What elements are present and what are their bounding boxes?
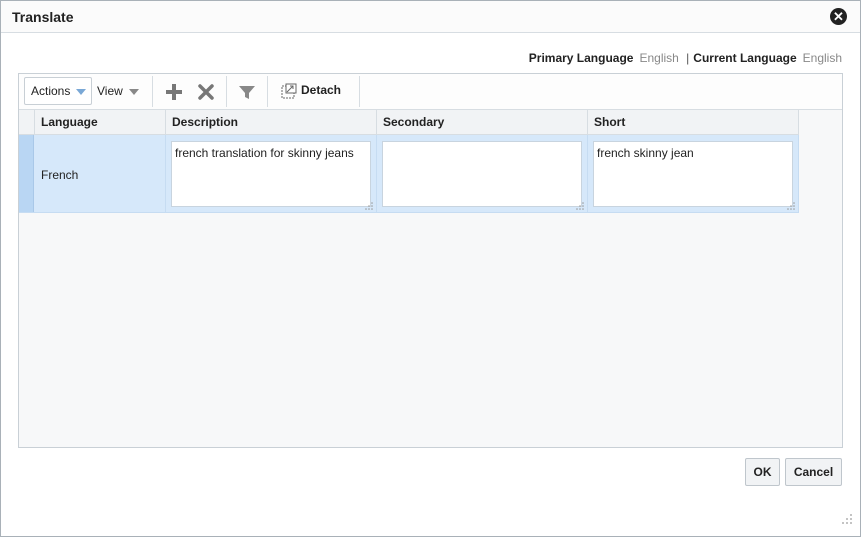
add-icon[interactable] xyxy=(164,82,184,102)
chevron-down-icon xyxy=(128,88,139,95)
primary-language-value: English xyxy=(639,51,679,65)
toolbar-divider xyxy=(152,76,153,107)
detach-label: Detach xyxy=(301,83,342,98)
column-header[interactable]: Short xyxy=(588,110,799,134)
toolbar-divider xyxy=(359,76,360,107)
close-icon[interactable]: ✕ xyxy=(830,8,847,25)
primary-language-label: Primary Language xyxy=(528,51,634,65)
description-cell xyxy=(166,135,377,212)
language-bar: Primary Language English | Current Languag… xyxy=(529,51,842,65)
short-cell xyxy=(588,135,799,212)
column-header[interactable]: Language xyxy=(35,110,166,134)
view-menu-label: View xyxy=(97,84,123,98)
resize-grip-icon[interactable] xyxy=(576,202,584,210)
language-separator: | xyxy=(686,51,690,65)
language-value: French xyxy=(41,168,79,182)
table-toolbar: Actions View Detach xyxy=(19,74,842,110)
translation-table-panel: Actions View Detach Language Description… xyxy=(18,73,843,448)
ok-button[interactable]: OK xyxy=(745,458,780,486)
dialog-titlebar: Translate ✕ xyxy=(1,1,860,33)
filter-icon[interactable] xyxy=(237,82,257,102)
delete-icon[interactable] xyxy=(196,82,216,102)
secondary-field[interactable] xyxy=(382,141,582,207)
secondary-cell xyxy=(377,135,588,212)
translation-table: Language Description Secondary Short Fre… xyxy=(19,110,799,213)
table-header: Language Description Secondary Short xyxy=(19,110,799,135)
chevron-down-icon xyxy=(76,88,87,95)
current-language-value: English xyxy=(802,51,842,65)
row-header-corner xyxy=(19,110,35,134)
detach-button[interactable]: Detach xyxy=(281,83,341,99)
view-menu[interactable]: View xyxy=(97,84,139,98)
dialog-resize-grip-icon[interactable] xyxy=(842,514,852,524)
detach-icon xyxy=(281,83,297,99)
short-field[interactable] xyxy=(593,141,793,207)
translate-dialog: Translate ✕ Primary Language English | Cur… xyxy=(0,0,861,537)
description-field[interactable] xyxy=(171,141,371,207)
column-header[interactable]: Description xyxy=(166,110,377,134)
resize-grip-icon[interactable] xyxy=(365,202,373,210)
actions-menu-label: Actions xyxy=(31,84,71,98)
dialog-title: Translate xyxy=(12,9,74,25)
language-cell: French xyxy=(35,135,166,212)
row-selector[interactable] xyxy=(19,135,34,212)
toolbar-divider xyxy=(267,76,268,107)
cancel-button[interactable]: Cancel xyxy=(785,458,842,486)
resize-grip-icon[interactable] xyxy=(787,202,795,210)
toolbar-divider xyxy=(226,76,227,107)
actions-menu[interactable]: Actions xyxy=(24,77,92,105)
column-header[interactable]: Secondary xyxy=(377,110,588,134)
table-row[interactable]: French xyxy=(19,135,799,213)
current-language-label: Current Language xyxy=(693,51,797,65)
